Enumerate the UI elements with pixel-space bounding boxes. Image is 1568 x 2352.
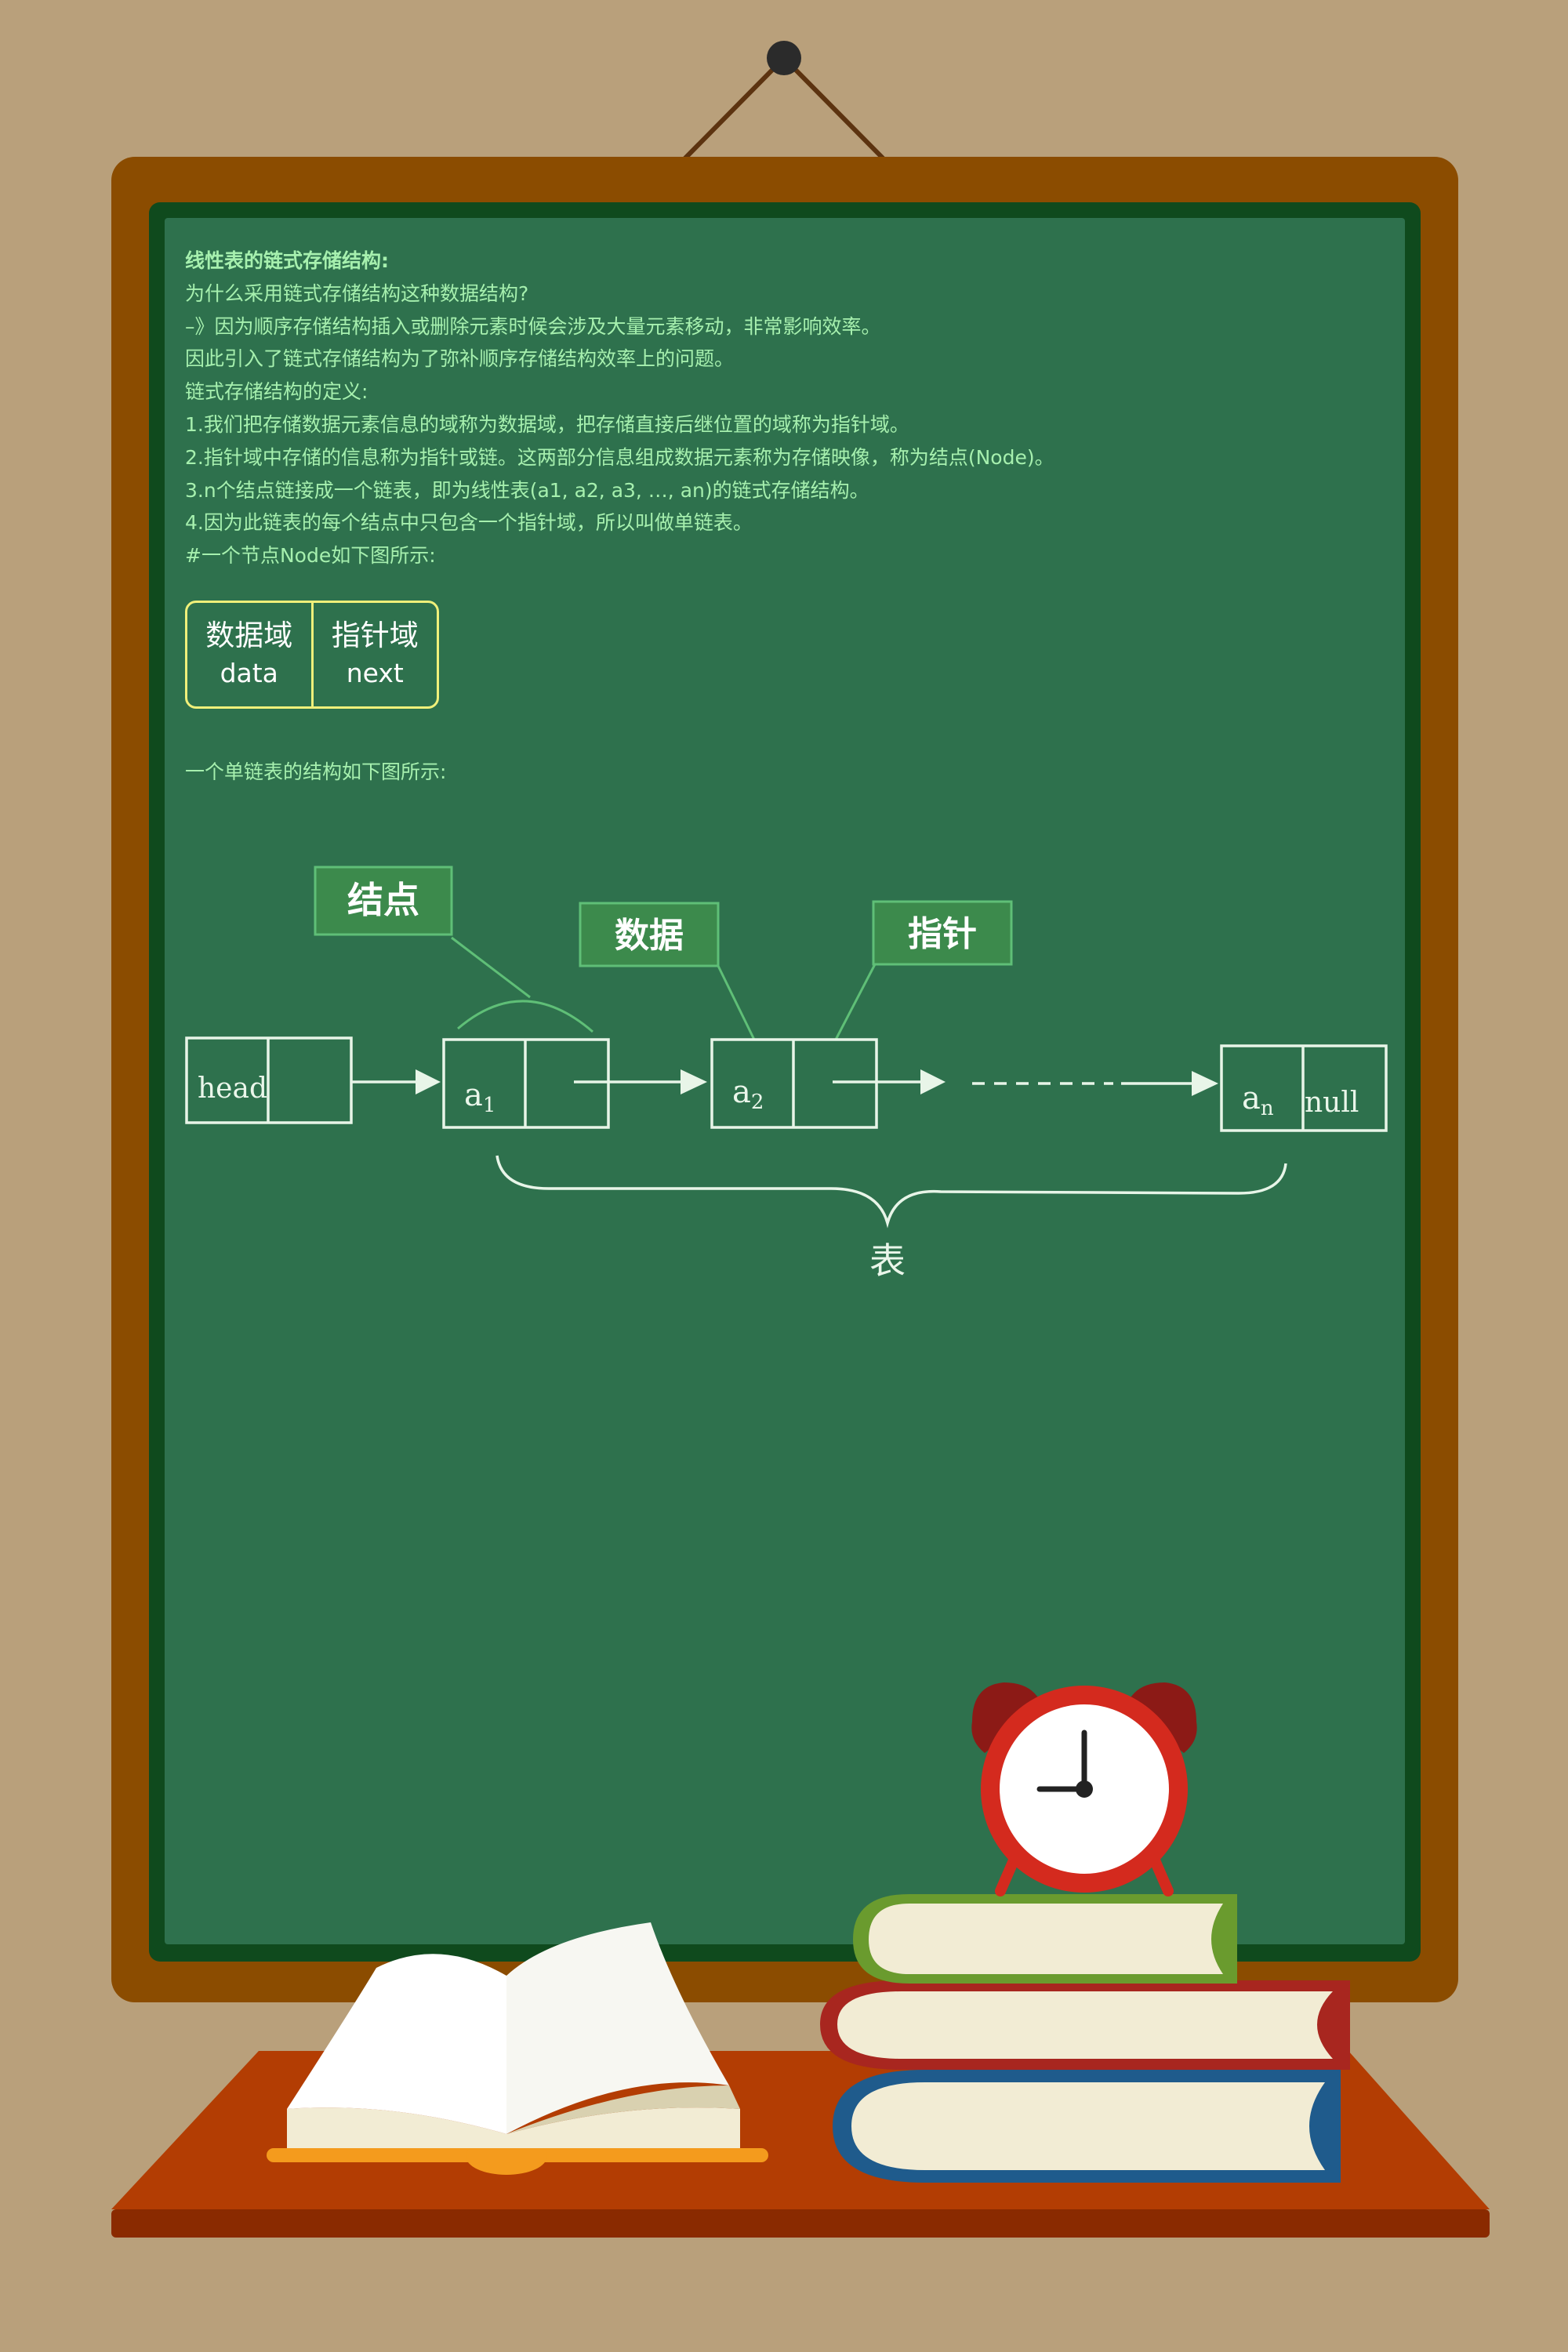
arrow-a2-onward [833,1069,946,1094]
node-a1: a1 [442,1038,610,1129]
node-arc [457,1000,593,1033]
tag-node-label: 结点 [347,879,419,921]
arrow-a1-to-a2 [574,1069,707,1094]
node-an-label: an [1242,1080,1274,1120]
node-a1-label: a1 [464,1077,495,1117]
node-a1-letter: a [464,1077,483,1113]
tag-data: 数据 [579,902,720,967]
node-an-letter: a [1242,1080,1261,1116]
arrow-ellipsis-to-an [972,1071,1218,1096]
tag-data-label: 数据 [615,916,684,956]
head-label: head [198,1073,267,1105]
list-brace [495,1155,1287,1229]
brace-label: 表 [869,1240,906,1282]
tag-pointer-connector [834,964,877,1040]
tag-node: 结点 [314,866,453,936]
arrow-head-to-a1 [351,1069,441,1094]
node-a2: a2 [710,1038,878,1129]
tag-pointer: 指针 [872,900,1013,966]
node-a2-subscript: 2 [751,1091,764,1114]
null-label: null [1305,1087,1359,1119]
linked-list-diagram: 结点 数据 指针 head a1 a2 an null 表 [185,866,1388,1282]
node-a2-label: a2 [732,1074,764,1114]
node-an: an null [1220,1044,1388,1132]
node-a2-letter: a [732,1074,751,1110]
tag-pointer-label: 指针 [908,914,977,954]
node-an-subscript: n [1261,1097,1274,1120]
tag-node-connector [451,936,531,999]
head-node: head [185,1036,353,1124]
tag-data-connector [717,965,756,1040]
node-a1-subscript: 1 [483,1094,496,1117]
